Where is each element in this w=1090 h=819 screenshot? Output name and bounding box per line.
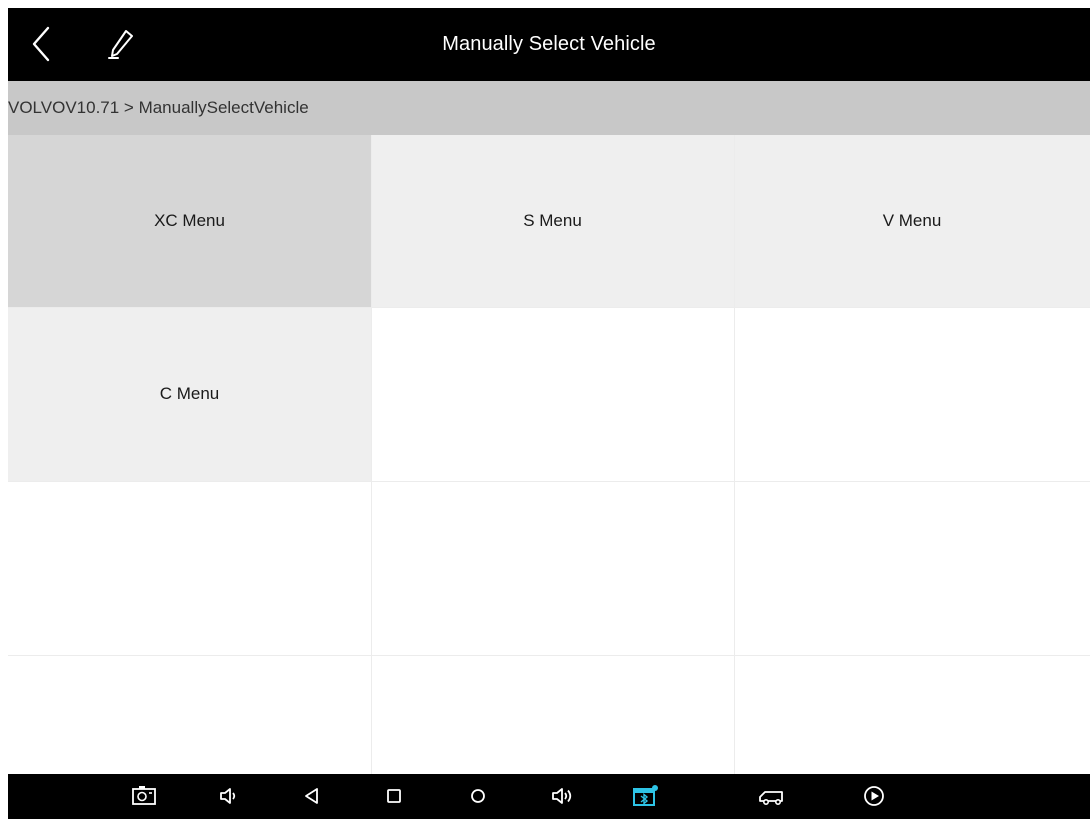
vehicle-button[interactable] bbox=[756, 780, 788, 812]
home-button[interactable] bbox=[462, 780, 494, 812]
edit-button[interactable] bbox=[104, 25, 138, 65]
empty-cell bbox=[8, 655, 371, 774]
recent-apps-button[interactable] bbox=[378, 780, 410, 812]
vci-connection-button[interactable] bbox=[630, 780, 662, 812]
menu-item-label: C Menu bbox=[159, 384, 220, 403]
home-icon bbox=[471, 789, 485, 803]
vci-bluetooth-icon bbox=[633, 785, 658, 806]
chevron-left-icon bbox=[32, 26, 50, 62]
menu-item-s[interactable]: S Menu bbox=[371, 135, 734, 307]
grid-divider bbox=[734, 135, 735, 774]
vehicle-menu-grid: XC Menu S Menu V Menu C Menu bbox=[8, 135, 1090, 774]
back-button[interactable] bbox=[26, 24, 60, 64]
vehicle-icon bbox=[759, 791, 783, 806]
menu-item-v[interactable]: V Menu bbox=[734, 135, 1090, 307]
empty-cell bbox=[734, 655, 1090, 774]
grid-divider bbox=[371, 135, 372, 774]
screenshot-icon bbox=[132, 786, 156, 805]
nav-back-button[interactable] bbox=[296, 780, 328, 812]
volume-up-icon bbox=[552, 788, 572, 804]
empty-cell bbox=[734, 307, 1090, 481]
menu-item-c[interactable]: C Menu bbox=[8, 307, 371, 481]
grid-divider bbox=[8, 307, 1090, 308]
empty-cell bbox=[8, 481, 371, 655]
recent-apps-icon bbox=[387, 789, 401, 803]
play-icon bbox=[864, 786, 884, 806]
screen-edge bbox=[0, 0, 8, 819]
back-triangle-icon bbox=[305, 788, 318, 804]
menu-item-label: S Menu bbox=[523, 211, 582, 230]
grid-divider bbox=[8, 481, 1090, 482]
menu-item-label: V Menu bbox=[882, 211, 942, 230]
system-nav-bar bbox=[8, 774, 1090, 819]
empty-cell bbox=[734, 481, 1090, 655]
volume-up-button[interactable] bbox=[546, 780, 578, 812]
app-frame: Manually Select Vehicle VOLVOV10.71 > Ma… bbox=[0, 0, 1090, 819]
screenshot-button[interactable] bbox=[128, 780, 160, 812]
menu-item-label: XC Menu bbox=[154, 211, 225, 230]
empty-cell bbox=[371, 655, 734, 774]
breadcrumb: VOLVOV10.71 > ManuallySelectVehicle bbox=[8, 81, 1090, 135]
page-title: Manually Select Vehicle bbox=[442, 33, 656, 55]
menu-item-xc[interactable]: XC Menu bbox=[8, 135, 371, 307]
empty-cell bbox=[371, 307, 734, 481]
pen-icon bbox=[108, 30, 133, 59]
top-bar: Manually Select Vehicle bbox=[8, 8, 1090, 81]
empty-cell bbox=[371, 481, 734, 655]
play-button[interactable] bbox=[858, 780, 890, 812]
grid-divider bbox=[8, 655, 1090, 656]
volume-down-icon bbox=[220, 788, 236, 804]
volume-down-button[interactable] bbox=[212, 780, 244, 812]
